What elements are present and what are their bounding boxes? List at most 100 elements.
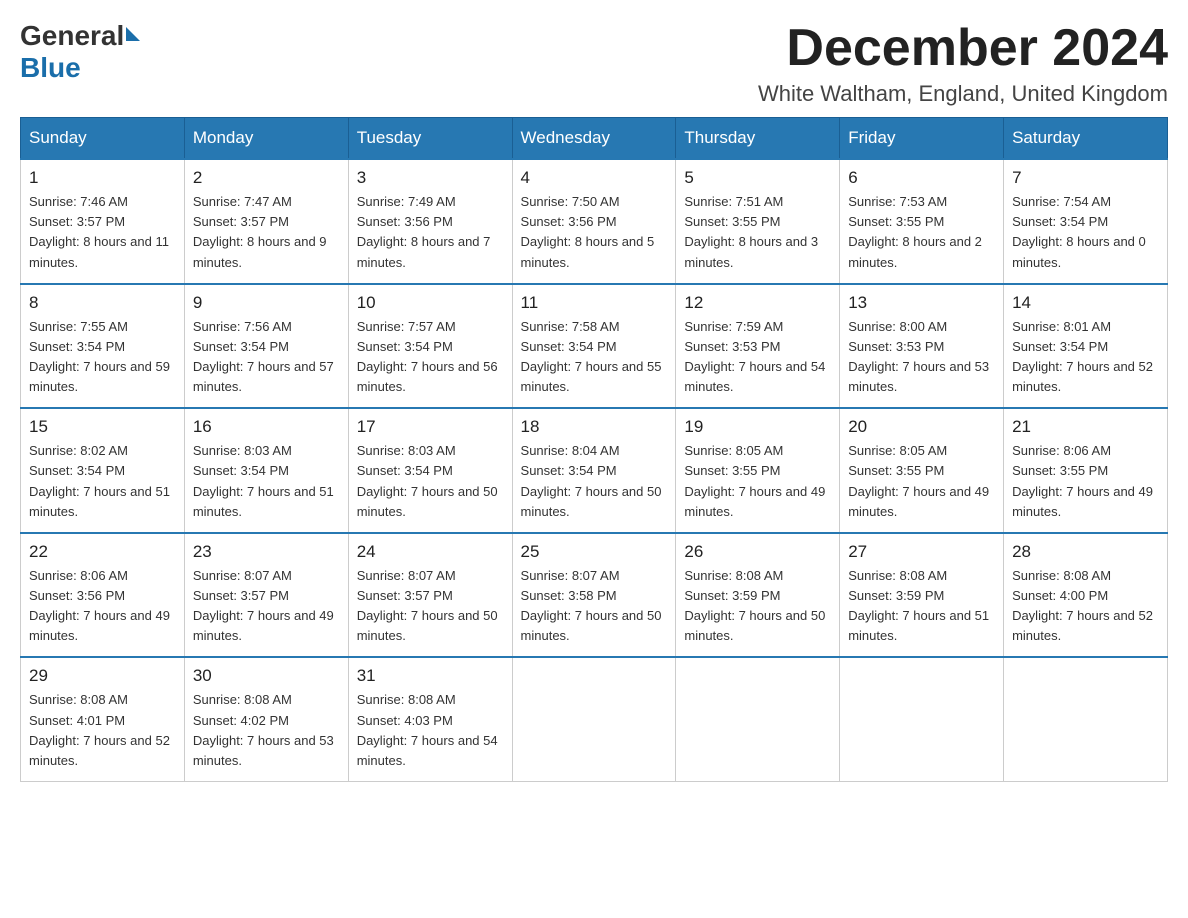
weekday-header-row: SundayMondayTuesdayWednesdayThursdayFrid…: [21, 118, 1168, 160]
day-number: 20: [848, 417, 995, 437]
day-number: 3: [357, 168, 504, 188]
day-number: 16: [193, 417, 340, 437]
calendar-day-cell: 23 Sunrise: 8:07 AMSunset: 3:57 PMDaylig…: [184, 533, 348, 658]
calendar-day-cell: 22 Sunrise: 8:06 AMSunset: 3:56 PMDaylig…: [21, 533, 185, 658]
day-number: 9: [193, 293, 340, 313]
day-number: 21: [1012, 417, 1159, 437]
day-info: Sunrise: 8:08 AMSunset: 4:01 PMDaylight:…: [29, 690, 176, 771]
day-number: 17: [357, 417, 504, 437]
calendar-day-cell: 9 Sunrise: 7:56 AMSunset: 3:54 PMDayligh…: [184, 284, 348, 409]
day-number: 4: [521, 168, 668, 188]
day-number: 23: [193, 542, 340, 562]
day-info: Sunrise: 7:47 AMSunset: 3:57 PMDaylight:…: [193, 192, 340, 273]
title-block: December 2024 White Waltham, England, Un…: [758, 20, 1168, 107]
weekday-header-sunday: Sunday: [21, 118, 185, 160]
calendar-day-cell: 14 Sunrise: 8:01 AMSunset: 3:54 PMDaylig…: [1004, 284, 1168, 409]
calendar-day-cell: 5 Sunrise: 7:51 AMSunset: 3:55 PMDayligh…: [676, 159, 840, 284]
day-number: 31: [357, 666, 504, 686]
day-number: 5: [684, 168, 831, 188]
day-number: 2: [193, 168, 340, 188]
day-info: Sunrise: 8:00 AMSunset: 3:53 PMDaylight:…: [848, 317, 995, 398]
day-info: Sunrise: 8:08 AMSunset: 4:02 PMDaylight:…: [193, 690, 340, 771]
calendar-day-cell: 2 Sunrise: 7:47 AMSunset: 3:57 PMDayligh…: [184, 159, 348, 284]
day-number: 10: [357, 293, 504, 313]
calendar-empty-cell: [512, 657, 676, 781]
calendar-day-cell: 20 Sunrise: 8:05 AMSunset: 3:55 PMDaylig…: [840, 408, 1004, 533]
logo-general-text: General: [20, 20, 124, 52]
calendar-day-cell: 6 Sunrise: 7:53 AMSunset: 3:55 PMDayligh…: [840, 159, 1004, 284]
day-number: 15: [29, 417, 176, 437]
day-number: 22: [29, 542, 176, 562]
day-number: 25: [521, 542, 668, 562]
weekday-header-wednesday: Wednesday: [512, 118, 676, 160]
calendar-day-cell: 25 Sunrise: 8:07 AMSunset: 3:58 PMDaylig…: [512, 533, 676, 658]
day-info: Sunrise: 8:03 AMSunset: 3:54 PMDaylight:…: [193, 441, 340, 522]
calendar-day-cell: 30 Sunrise: 8:08 AMSunset: 4:02 PMDaylig…: [184, 657, 348, 781]
weekday-header-tuesday: Tuesday: [348, 118, 512, 160]
calendar-day-cell: 26 Sunrise: 8:08 AMSunset: 3:59 PMDaylig…: [676, 533, 840, 658]
calendar-week-row: 15 Sunrise: 8:02 AMSunset: 3:54 PMDaylig…: [21, 408, 1168, 533]
day-number: 6: [848, 168, 995, 188]
calendar-day-cell: 17 Sunrise: 8:03 AMSunset: 3:54 PMDaylig…: [348, 408, 512, 533]
calendar-empty-cell: [676, 657, 840, 781]
day-info: Sunrise: 7:58 AMSunset: 3:54 PMDaylight:…: [521, 317, 668, 398]
weekday-header-saturday: Saturday: [1004, 118, 1168, 160]
day-info: Sunrise: 8:05 AMSunset: 3:55 PMDaylight:…: [684, 441, 831, 522]
calendar-day-cell: 28 Sunrise: 8:08 AMSunset: 4:00 PMDaylig…: [1004, 533, 1168, 658]
day-info: Sunrise: 7:54 AMSunset: 3:54 PMDaylight:…: [1012, 192, 1159, 273]
logo-blue-text: Blue: [20, 52, 81, 84]
day-number: 13: [848, 293, 995, 313]
calendar-day-cell: 4 Sunrise: 7:50 AMSunset: 3:56 PMDayligh…: [512, 159, 676, 284]
day-number: 14: [1012, 293, 1159, 313]
calendar-day-cell: 19 Sunrise: 8:05 AMSunset: 3:55 PMDaylig…: [676, 408, 840, 533]
month-title: December 2024: [758, 20, 1168, 77]
day-info: Sunrise: 8:06 AMSunset: 3:55 PMDaylight:…: [1012, 441, 1159, 522]
calendar-day-cell: 18 Sunrise: 8:04 AMSunset: 3:54 PMDaylig…: [512, 408, 676, 533]
day-info: Sunrise: 8:01 AMSunset: 3:54 PMDaylight:…: [1012, 317, 1159, 398]
day-number: 27: [848, 542, 995, 562]
calendar-day-cell: 15 Sunrise: 8:02 AMSunset: 3:54 PMDaylig…: [21, 408, 185, 533]
location-title: White Waltham, England, United Kingdom: [758, 81, 1168, 107]
day-number: 24: [357, 542, 504, 562]
day-info: Sunrise: 7:57 AMSunset: 3:54 PMDaylight:…: [357, 317, 504, 398]
page-header: General Blue December 2024 White Waltham…: [20, 20, 1168, 107]
weekday-header-thursday: Thursday: [676, 118, 840, 160]
day-number: 26: [684, 542, 831, 562]
calendar-day-cell: 24 Sunrise: 8:07 AMSunset: 3:57 PMDaylig…: [348, 533, 512, 658]
day-info: Sunrise: 8:07 AMSunset: 3:57 PMDaylight:…: [357, 566, 504, 647]
day-info: Sunrise: 8:08 AMSunset: 3:59 PMDaylight:…: [684, 566, 831, 647]
calendar-table: SundayMondayTuesdayWednesdayThursdayFrid…: [20, 117, 1168, 782]
logo: General Blue: [20, 20, 142, 84]
logo-arrow-icon: [126, 27, 140, 41]
day-info: Sunrise: 7:56 AMSunset: 3:54 PMDaylight:…: [193, 317, 340, 398]
day-info: Sunrise: 7:55 AMSunset: 3:54 PMDaylight:…: [29, 317, 176, 398]
day-info: Sunrise: 7:50 AMSunset: 3:56 PMDaylight:…: [521, 192, 668, 273]
calendar-day-cell: 11 Sunrise: 7:58 AMSunset: 3:54 PMDaylig…: [512, 284, 676, 409]
calendar-week-row: 8 Sunrise: 7:55 AMSunset: 3:54 PMDayligh…: [21, 284, 1168, 409]
day-info: Sunrise: 7:53 AMSunset: 3:55 PMDaylight:…: [848, 192, 995, 273]
calendar-day-cell: 13 Sunrise: 8:00 AMSunset: 3:53 PMDaylig…: [840, 284, 1004, 409]
calendar-day-cell: 3 Sunrise: 7:49 AMSunset: 3:56 PMDayligh…: [348, 159, 512, 284]
calendar-day-cell: 31 Sunrise: 8:08 AMSunset: 4:03 PMDaylig…: [348, 657, 512, 781]
calendar-week-row: 22 Sunrise: 8:06 AMSunset: 3:56 PMDaylig…: [21, 533, 1168, 658]
calendar-day-cell: 29 Sunrise: 8:08 AMSunset: 4:01 PMDaylig…: [21, 657, 185, 781]
day-info: Sunrise: 7:46 AMSunset: 3:57 PMDaylight:…: [29, 192, 176, 273]
day-info: Sunrise: 8:07 AMSunset: 3:58 PMDaylight:…: [521, 566, 668, 647]
day-number: 7: [1012, 168, 1159, 188]
day-info: Sunrise: 8:08 AMSunset: 4:03 PMDaylight:…: [357, 690, 504, 771]
calendar-day-cell: 27 Sunrise: 8:08 AMSunset: 3:59 PMDaylig…: [840, 533, 1004, 658]
calendar-empty-cell: [1004, 657, 1168, 781]
calendar-day-cell: 10 Sunrise: 7:57 AMSunset: 3:54 PMDaylig…: [348, 284, 512, 409]
calendar-day-cell: 1 Sunrise: 7:46 AMSunset: 3:57 PMDayligh…: [21, 159, 185, 284]
day-number: 1: [29, 168, 176, 188]
day-info: Sunrise: 7:51 AMSunset: 3:55 PMDaylight:…: [684, 192, 831, 273]
calendar-day-cell: 16 Sunrise: 8:03 AMSunset: 3:54 PMDaylig…: [184, 408, 348, 533]
weekday-header-friday: Friday: [840, 118, 1004, 160]
calendar-empty-cell: [840, 657, 1004, 781]
calendar-day-cell: 21 Sunrise: 8:06 AMSunset: 3:55 PMDaylig…: [1004, 408, 1168, 533]
calendar-week-row: 1 Sunrise: 7:46 AMSunset: 3:57 PMDayligh…: [21, 159, 1168, 284]
day-info: Sunrise: 8:02 AMSunset: 3:54 PMDaylight:…: [29, 441, 176, 522]
day-info: Sunrise: 8:05 AMSunset: 3:55 PMDaylight:…: [848, 441, 995, 522]
day-number: 29: [29, 666, 176, 686]
day-number: 18: [521, 417, 668, 437]
